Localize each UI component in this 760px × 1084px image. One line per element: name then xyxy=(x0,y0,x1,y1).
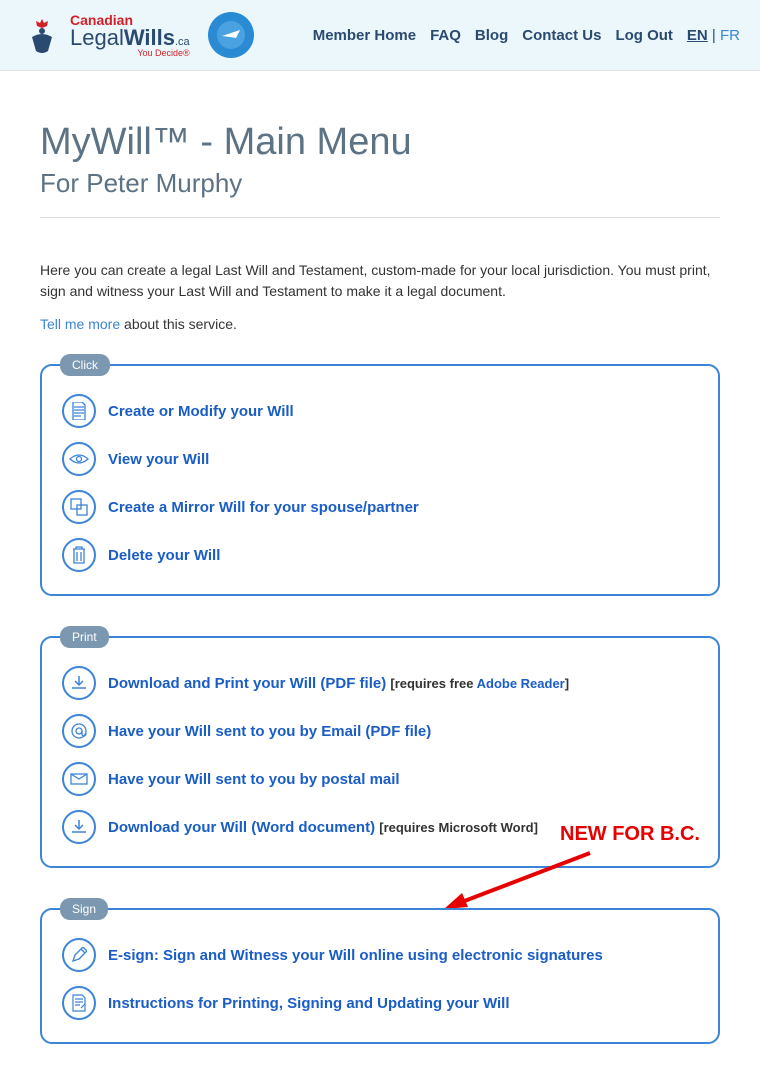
doc-pen-icon xyxy=(62,986,96,1020)
row-instructions: Instructions for Printing, Signing and U… xyxy=(62,986,698,1020)
logo-block: Canadian LegalWills.ca You Decide® xyxy=(20,12,254,58)
link-view[interactable]: View your Will xyxy=(108,451,209,468)
note-adobe: [requires free Adobe Reader] xyxy=(390,676,569,691)
document-icon xyxy=(62,394,96,428)
row-postal: Have your Will sent to you by postal mai… xyxy=(62,762,698,796)
panel-label-sign: Sign xyxy=(60,898,108,920)
link-mirror[interactable]: Create a Mirror Will for your spouse/par… xyxy=(108,499,419,516)
nav-blog[interactable]: Blog xyxy=(475,27,508,44)
note-word: [requires Microsoft Word] xyxy=(379,820,538,835)
more-line: Tell me more about this service. xyxy=(40,316,720,332)
nav-member-home[interactable]: Member Home xyxy=(313,27,416,44)
mail-icon xyxy=(62,762,96,796)
eye-icon xyxy=(62,442,96,476)
panel-label-print: Print xyxy=(60,626,109,648)
plane-icon xyxy=(216,20,246,50)
nav-logout[interactable]: Log Out xyxy=(615,27,672,44)
site-header: Canadian LegalWills.ca You Decide® Membe… xyxy=(0,0,760,71)
link-postal[interactable]: Have your Will sent to you by postal mai… xyxy=(108,771,400,788)
person-maple-icon xyxy=(20,13,64,57)
page-title: MyWill™ - Main Menu xyxy=(40,121,720,164)
callout-new-bc: NEW FOR B.C. xyxy=(560,823,700,846)
at-icon xyxy=(62,714,96,748)
page-subtitle: For Peter Murphy xyxy=(40,168,720,199)
pen-icon xyxy=(62,938,96,972)
nav-faq[interactable]: FAQ xyxy=(430,27,461,44)
row-mirror: Create a Mirror Will for your spouse/par… xyxy=(62,490,698,524)
download-icon xyxy=(62,666,96,700)
miles-badge[interactable] xyxy=(208,12,254,58)
link-esign[interactable]: E-sign: Sign and Witness your Will onlin… xyxy=(108,947,603,964)
row-create-modify: Create or Modify your Will xyxy=(62,394,698,428)
trash-icon xyxy=(62,538,96,572)
panel-label-click: Click xyxy=(60,354,110,376)
link-delete[interactable]: Delete your Will xyxy=(108,547,220,564)
intro-text: Here you can create a legal Last Will an… xyxy=(40,260,720,302)
mirror-icon xyxy=(62,490,96,524)
row-view: View your Will xyxy=(62,442,698,476)
logo[interactable]: Canadian LegalWills.ca You Decide® xyxy=(20,13,190,58)
row-email: Have your Will sent to you by Email (PDF… xyxy=(62,714,698,748)
tell-me-more-link[interactable]: Tell me more xyxy=(40,316,120,332)
lang-fr[interactable]: FR xyxy=(720,27,740,44)
link-adobe-reader[interactable]: Adobe Reader xyxy=(477,676,565,691)
logo-tagline: You Decide® xyxy=(70,49,190,58)
row-download-pdf: Download and Print your Will (PDF file) … xyxy=(62,666,698,700)
lang-switch: EN | FR xyxy=(687,27,740,44)
row-delete: Delete your Will xyxy=(62,538,698,572)
link-email[interactable]: Have your Will sent to you by Email (PDF… xyxy=(108,723,431,740)
logo-text: Canadian LegalWills.ca You Decide® xyxy=(70,13,190,58)
download-icon xyxy=(62,810,96,844)
logo-line-main: LegalWills.ca xyxy=(70,27,190,49)
panel-click: Click Create or Modify your Will View yo… xyxy=(40,364,720,596)
link-instructions[interactable]: Instructions for Printing, Signing and U… xyxy=(108,995,510,1012)
divider xyxy=(40,217,720,218)
row-esign: E-sign: Sign and Witness your Will onlin… xyxy=(62,938,698,972)
link-download-word[interactable]: Download your Will (Word document) xyxy=(108,819,375,836)
link-download-pdf[interactable]: Download and Print your Will (PDF file) xyxy=(108,675,386,692)
link-create-modify[interactable]: Create or Modify your Will xyxy=(108,403,294,420)
nav-contact[interactable]: Contact Us xyxy=(522,27,601,44)
lang-en[interactable]: EN xyxy=(687,27,708,44)
main-container: MyWill™ - Main Menu For Peter Murphy Her… xyxy=(20,71,740,1084)
top-nav: Member Home FAQ Blog Contact Us Log Out … xyxy=(313,27,740,44)
